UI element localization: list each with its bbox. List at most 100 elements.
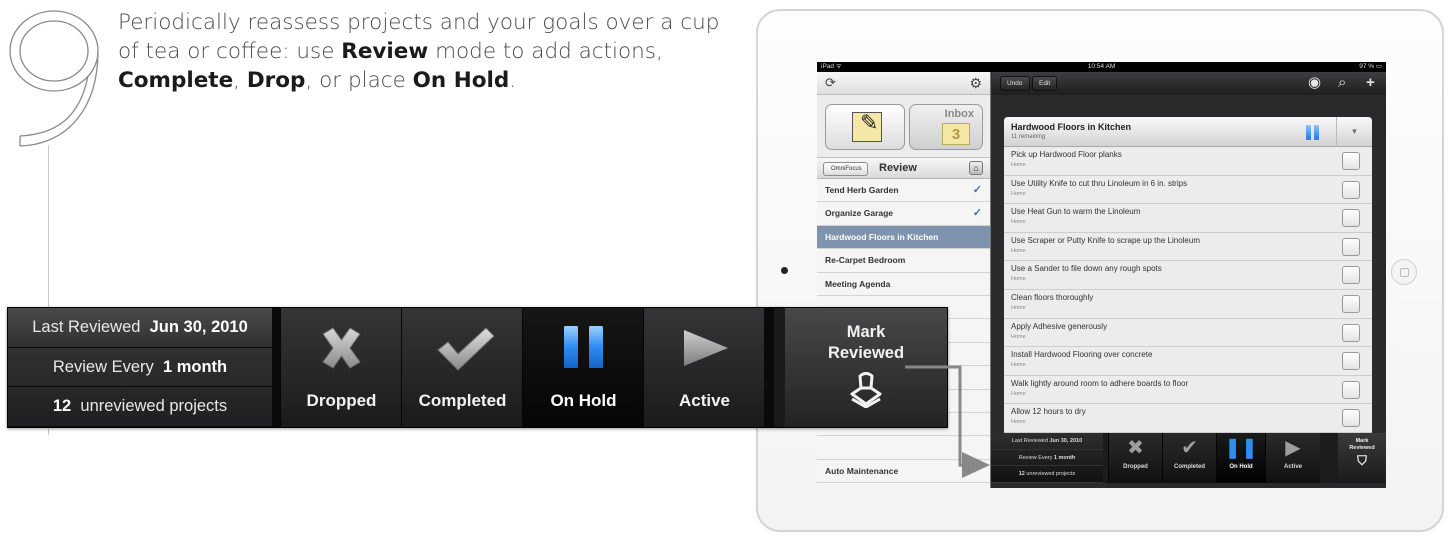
project-label: Auto Maintenance	[825, 465, 899, 476]
task-checkbox[interactable]	[1342, 180, 1360, 199]
on-hold-button[interactable]: On Hold	[522, 308, 643, 427]
task-checkbox[interactable]	[1342, 266, 1360, 285]
separator	[272, 308, 280, 427]
task-context: Home	[1011, 162, 1026, 168]
sync-icon[interactable]: ⟳	[825, 76, 839, 90]
project-item[interactable]: Hardwood Floors in Kitchen	[817, 225, 990, 250]
project-card: Hardwood Floors in Kitchen 11 remaining …	[1004, 117, 1372, 442]
task-title: Install Hardwood Flooring over concrete	[1011, 350, 1153, 360]
task-title: Clean floors thoroughly	[1011, 292, 1094, 302]
task-title: Allow 12 hours to dry	[1011, 407, 1086, 417]
task-title: Walk lightly around room to adhere board…	[1011, 378, 1189, 388]
task-checkbox[interactable]	[1342, 209, 1360, 228]
task-row[interactable]: Clean floors thoroughly Home	[1004, 289, 1372, 319]
play-icon	[684, 330, 728, 366]
task-title: Use Utility Knife to cut thru Linoleum i…	[1011, 178, 1188, 188]
task-checkbox[interactable]	[1342, 323, 1360, 342]
project-item[interactable]: Meeting Agenda	[817, 272, 990, 296]
review-interval: 1 month	[162, 357, 228, 376]
inbox-button[interactable]: Inbox 3	[909, 104, 983, 150]
task-context: Home	[1011, 247, 1026, 254]
active-button[interactable]: Active	[643, 308, 764, 427]
clock: 10:54 AM	[1087, 63, 1116, 70]
completed-button[interactable]: Completed	[401, 308, 522, 427]
quick-buttons: ✎ Inbox 3	[817, 95, 990, 157]
task-title: Pick up Hardwood Floor planks	[1011, 150, 1122, 159]
mark-reviewed-button[interactable]: Mark Reviewed	[785, 308, 947, 427]
checkmark-icon	[437, 327, 495, 371]
unreviewed-count: 12	[52, 397, 72, 416]
main-toolbar: Undo Edit ◉ ⌕ +	[992, 72, 1386, 95]
unreviewed-row: 12 unreviewed projects	[8, 387, 272, 427]
project-item[interactable]: Tend Herb Garden ✓	[817, 179, 990, 203]
reviewed-check-icon: ✓	[972, 184, 982, 196]
task-list: Pick up Hardwood Floor planks Home Use Uti…	[1004, 147, 1372, 433]
review-info: Last Reviewed Jun 30, 2010 Review Every …	[8, 308, 272, 427]
edit-button[interactable]: Edit	[1032, 76, 1058, 91]
on-hold-button-small[interactable]: ❚❚ On Hold	[1216, 433, 1265, 483]
task-title: Use Scraper or Putty Knife to scrape up …	[1011, 235, 1200, 245]
task-checkbox[interactable]	[1342, 380, 1360, 399]
review-info-small: Last Reviewed Jun 30, 2010 Review Every …	[991, 433, 1103, 483]
caption-review: Review	[341, 39, 429, 64]
on-hold-label: On Hold	[550, 391, 617, 410]
pause-icon	[564, 326, 603, 368]
mark-reviewed-label-2: Reviewed	[827, 344, 905, 362]
mark-reviewed-button-small[interactable]: Mark Reviewed ⛉	[1338, 433, 1386, 483]
task-checkbox[interactable]	[1342, 237, 1360, 256]
project-item[interactable]: Auto Maintenance	[817, 459, 990, 484]
task-context: Home	[1011, 390, 1026, 397]
step-number-9	[9, 10, 99, 147]
eye-icon[interactable]: ◉	[1308, 74, 1321, 92]
task-row[interactable]: Install Hardwood Flooring over concrete H…	[1004, 347, 1372, 376]
caption-drop: Drop	[246, 68, 306, 93]
task-context: Home	[1011, 190, 1026, 197]
search-icon[interactable]: ⌕	[1338, 74, 1346, 92]
task-checkbox[interactable]	[1342, 294, 1360, 313]
completed-button-small[interactable]: ✔ Completed	[1162, 433, 1216, 483]
task-row[interactable]: Apply Adhesive generously Home	[1004, 318, 1372, 348]
project-label: Tend Herb Garden	[825, 185, 899, 195]
project-item[interactable]: Travel Plans	[817, 483, 990, 488]
task-checkbox[interactable]	[1342, 352, 1360, 371]
add-icon[interactable]: +	[1366, 74, 1375, 92]
task-row[interactable]: Use a Sander to file down any rough spot…	[1004, 261, 1372, 290]
project-item[interactable]: Re-Carpet Bedroom	[817, 249, 990, 273]
home-icon[interactable]: ⌂	[969, 161, 983, 175]
task-row[interactable]: Allow 12 hours to dry Home	[1004, 404, 1372, 433]
status-bar: iPad ᯤ 10:54 AM 97 % ▭	[817, 62, 1386, 72]
undo-button[interactable]: Undo	[1000, 76, 1030, 91]
project-pane: Undo Edit ◉ ⌕ + Hardwood Floors in Kitch…	[992, 72, 1386, 488]
active-button-small[interactable]: ▶ Active	[1265, 433, 1320, 483]
task-title: Use Heat Gun to warm the Linoleum	[1011, 207, 1141, 217]
task-row[interactable]: Pick up Hardwood Floor planks Home	[1004, 147, 1372, 176]
task-checkbox[interactable]	[1342, 152, 1360, 170]
project-label: Re-Carpet Bedroom	[825, 255, 906, 266]
x-icon: ✖	[1127, 437, 1144, 459]
back-button[interactable]: OmniFocus	[823, 162, 868, 176]
chevron-down-icon[interactable]: ▼	[1336, 117, 1372, 147]
project-header[interactable]: Hardwood Floors in Kitchen 11 remaining …	[1004, 117, 1372, 147]
inbox-count: 3	[942, 123, 970, 145]
mark-reviewed-label-1: Mark	[846, 323, 886, 341]
checkmark-icon: ✔	[1181, 437, 1198, 459]
task-context: Home	[1011, 219, 1026, 226]
new-action-button[interactable]: ✎	[825, 104, 905, 150]
dropped-button-small[interactable]: ✖ Dropped	[1108, 433, 1162, 483]
task-title: Use a Sander to file down any rough spot…	[1011, 264, 1162, 274]
gear-icon[interactable]: ⚙	[969, 75, 982, 91]
sidebar-toolbar: ⟳ ⚙	[817, 72, 990, 95]
home-button[interactable]	[1391, 259, 1417, 285]
task-row[interactable]: Use Utility Knife to cut thru Linoleum i…	[1004, 175, 1372, 205]
review-toolbar-callout: Last Reviewed Jun 30, 2010 Review Every …	[7, 307, 948, 428]
task-row[interactable]: Use Scraper or Putty Knife to scrape up …	[1004, 232, 1372, 262]
task-row[interactable]: Use Heat Gun to warm the Linoleum Home	[1004, 204, 1372, 233]
task-row[interactable]: Walk lightly around room to adhere board…	[1004, 375, 1372, 405]
dropped-button[interactable]: Dropped	[280, 308, 401, 427]
task-checkbox[interactable]	[1342, 409, 1360, 428]
project-item[interactable]: Organize Garage ✓	[817, 202, 990, 226]
separator	[764, 308, 774, 427]
review-title: Review	[879, 162, 917, 174]
project-item[interactable]	[817, 436, 990, 460]
project-title: Hardwood Floors in Kitchen	[1011, 122, 1132, 132]
